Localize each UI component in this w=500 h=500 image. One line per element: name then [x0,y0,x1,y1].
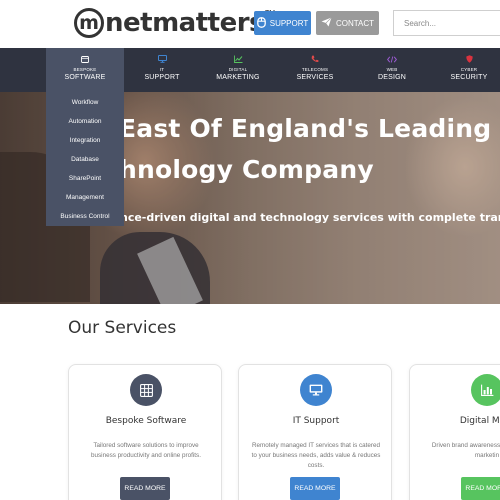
support-label: SUPPORT [269,18,309,28]
dropdown-item-sharepoint[interactable]: SharePoint [46,169,124,188]
software-dropdown-menu: Workflow Automation Integration Database… [46,92,124,226]
software-icon [79,54,91,64]
read-more-button[interactable]: READ MORE [461,477,500,500]
mouse-icon [256,16,266,30]
nav-item-cyber-security[interactable]: CYBER SECURITY [430,48,500,92]
dropdown-item-automation[interactable]: Automation [46,112,124,131]
page: m netmatters TM SUPPORT CONTACT BESPOKE … [0,0,500,500]
hero-tagline: nce-driven digital and technology servic… [120,211,500,224]
dropdown-item-database[interactable]: Database [46,150,124,169]
service-card-description: Tailored software solutions to improve b… [91,442,201,459]
dropdown-item-integration[interactable]: Integration [46,131,124,150]
monitor-icon [156,54,168,64]
read-more-button[interactable]: READ MORE [120,477,170,500]
chart-icon [471,374,500,406]
nav-item-bespoke-software[interactable]: BESPOKE SOFTWARE [46,48,124,92]
paper-plane-icon [321,17,332,29]
service-card-bespoke-software: Bespoke Software Tailored software solut… [68,364,222,500]
search-input[interactable] [393,10,500,36]
phone-icon [309,54,321,64]
contact-label: CONTACT [335,18,375,28]
service-card-digital-marketing: Digital Mark Driven brand awareness crea… [409,364,500,500]
netmatters-logo[interactable]: m netmatters TM [74,6,275,40]
dropdown-item-management[interactable]: Management [46,188,124,207]
services-heading: Our Services [68,318,177,338]
service-card-title: Bespoke Software [105,416,187,426]
nav-item-web-design[interactable]: WEB DESIGN [353,48,431,92]
nav-item-label: SUPPORT [144,74,180,81]
service-card-description: Driven brand awareness creative digital … [431,442,500,459]
monitor-icon [300,374,332,406]
nav-item-label: SECURITY [450,74,488,81]
nav-item-it-support[interactable]: IT SUPPORT [123,48,201,92]
dropdown-item-business-control[interactable]: Business Control [46,207,124,226]
nav-item-label: MARKETING [216,74,260,81]
nav-item-label: SERVICES [296,74,334,81]
nav-item-telecoms-services[interactable]: TELECOMS SERVICES [276,48,354,92]
nav-item-label: DESIGN [377,74,407,81]
main-nav: BESPOKE SOFTWARE IT SUPPORT DIGITAL MARK… [0,48,500,92]
chart-icon [232,54,244,64]
service-card-title: IT Support [292,416,340,426]
grid-icon [130,374,162,406]
dropdown-item-workflow[interactable]: Workflow [46,93,124,112]
nav-item-digital-marketing[interactable]: DIGITAL MARKETING [199,48,277,92]
code-icon [386,54,398,64]
hero-heading-line-1: East Of England's Leading [119,114,492,143]
contact-button[interactable]: CONTACT [316,11,379,35]
shield-icon [463,54,475,64]
read-more-button[interactable]: READ MORE [290,477,340,500]
site-header: m netmatters TM SUPPORT CONTACT [0,0,500,48]
logo-mark-icon: m [74,8,104,38]
hero-heading-line-2: hnology Company [119,155,374,184]
nav-item-label: SOFTWARE [64,74,106,81]
logo-text: netmatters [105,8,265,38]
support-button[interactable]: SUPPORT [254,11,311,35]
service-card-description: Remotely managed IT services that is cat… [251,442,381,469]
service-card-it-support: IT Support Remotely managed IT services … [238,364,392,500]
service-card-title: Digital Mark [459,416,500,426]
